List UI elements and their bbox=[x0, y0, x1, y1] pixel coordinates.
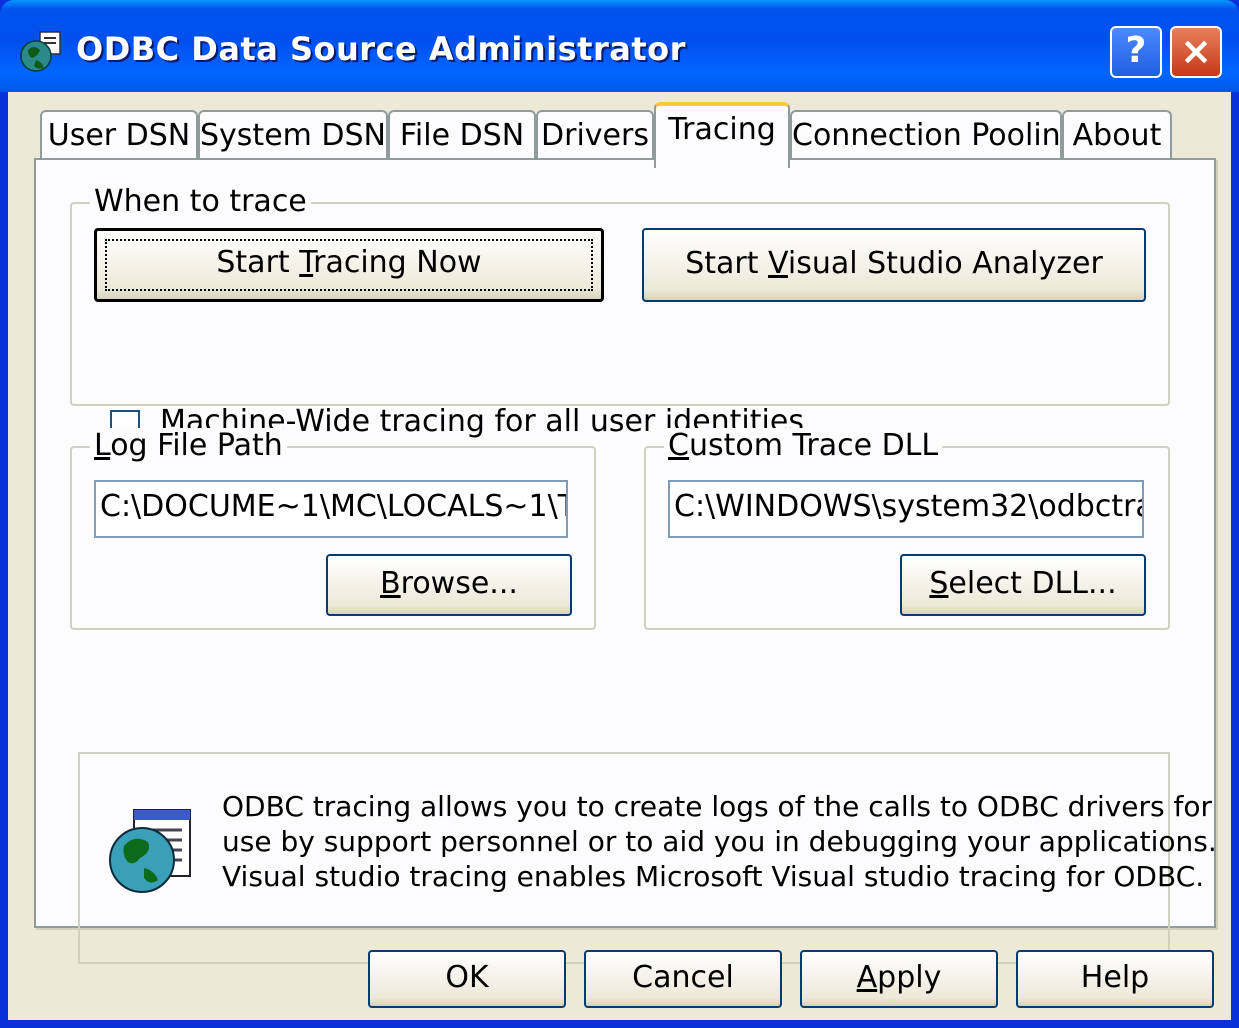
start-vs-analyzer-label: Start Visual Studio Analyzer bbox=[685, 246, 1103, 281]
start-visual-studio-analyzer-button[interactable]: Start Visual Studio Analyzer bbox=[642, 228, 1146, 302]
help-title-button[interactable]: ? bbox=[1110, 26, 1162, 78]
odbc-globe-document-icon bbox=[109, 809, 191, 893]
select-dll-label: Select DLL... bbox=[929, 566, 1117, 601]
ok-button[interactable]: OK bbox=[368, 950, 566, 1008]
tab-system-dsn[interactable]: System DSN bbox=[198, 110, 388, 162]
start-tracing-now-button[interactable]: Start Tracing Now bbox=[94, 228, 604, 302]
apply-label: Apply bbox=[856, 960, 942, 995]
tab-tracing[interactable]: Tracing bbox=[654, 102, 790, 168]
cancel-button[interactable]: Cancel bbox=[584, 950, 782, 1008]
when-to-trace-title: When to trace bbox=[90, 184, 311, 220]
odbc-window: ODBC Data Source Administrator ? × User … bbox=[0, 0, 1239, 1028]
log-file-path-title: Log File Path bbox=[90, 428, 287, 464]
tab-file-dsn[interactable]: File DSN bbox=[388, 110, 536, 162]
apply-button[interactable]: Apply bbox=[800, 950, 998, 1008]
tab-user-dsn[interactable]: User DSN bbox=[40, 110, 198, 162]
tracing-tab-panel: When to trace Start Tracing Now Start Vi… bbox=[34, 158, 1217, 964]
select-dll-button[interactable]: Select DLL... bbox=[900, 554, 1146, 616]
info-text-line: ODBC tracing allows you to create logs o… bbox=[222, 790, 1213, 823]
info-text-line: use by support personnel or to aid you i… bbox=[222, 825, 1217, 858]
info-text-line: Visual studio tracing enables Microsoft … bbox=[222, 860, 1205, 893]
dialog-client-area: User DSN System DSN File DSN Drivers Tra… bbox=[8, 92, 1231, 1020]
close-title-button[interactable]: × bbox=[1170, 26, 1222, 78]
custom-trace-dll-title: Custom Trace DLL bbox=[664, 428, 943, 464]
window-title: ODBC Data Source Administrator bbox=[76, 30, 686, 68]
tab-connection-pooling[interactable]: Connection Pooling bbox=[790, 110, 1080, 162]
info-box: ODBC tracing allows you to create logs o… bbox=[78, 752, 1217, 964]
log-file-path-input[interactable]: C:\DOCUME~1\MC\LOCALS~1\Te bbox=[94, 480, 568, 538]
custom-trace-dll-input[interactable]: C:\WINDOWS\system32\odbctrac. bbox=[668, 480, 1144, 538]
browse-label: Browse... bbox=[380, 566, 518, 601]
tab-about[interactable]: About bbox=[1062, 110, 1172, 162]
focus-rectangle bbox=[105, 239, 593, 291]
browse-button[interactable]: Browse... bbox=[326, 554, 572, 616]
help-button[interactable]: Help bbox=[1016, 950, 1214, 1008]
odbc-globe-icon bbox=[20, 31, 61, 72]
tab-drivers[interactable]: Drivers bbox=[536, 110, 654, 162]
title-bar[interactable]: ODBC Data Source Administrator ? × bbox=[0, 0, 1239, 92]
